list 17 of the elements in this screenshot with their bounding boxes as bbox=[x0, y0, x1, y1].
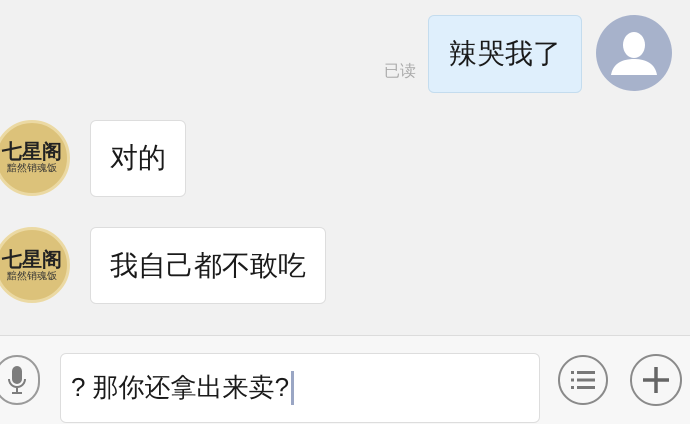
logo-slogan: 黯然销魂饭 bbox=[7, 272, 57, 282]
message-bubble: 辣哭我了 bbox=[428, 15, 582, 93]
logo-slogan: 黯然销魂饭 bbox=[7, 164, 57, 174]
message-input[interactable]: ? 那你还拿出来卖? bbox=[60, 352, 540, 422]
add-button[interactable] bbox=[630, 354, 682, 406]
list-button[interactable] bbox=[558, 355, 608, 405]
plus-icon bbox=[642, 366, 670, 394]
logo-name: 七星阁 bbox=[2, 248, 62, 269]
message-bubble: 对的 bbox=[90, 120, 186, 197]
message-bubble: 我自己都不敢吃 bbox=[90, 227, 326, 304]
user-avatar-icon bbox=[596, 15, 672, 91]
list-icon bbox=[571, 370, 595, 390]
voice-button[interactable] bbox=[0, 355, 40, 405]
read-receipt: 已读 bbox=[384, 62, 416, 82]
logo-name: 七星阁 bbox=[2, 141, 62, 162]
text-cursor bbox=[291, 370, 294, 404]
microphone-icon bbox=[7, 365, 27, 395]
